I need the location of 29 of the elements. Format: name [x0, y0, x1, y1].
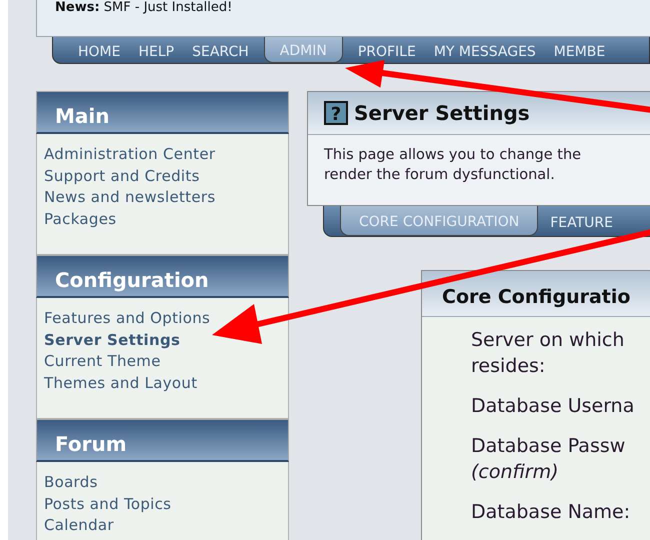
field-label: Database Passw (confirm) [470, 434, 626, 485]
sidebar-link[interactable]: Current Theme [44, 351, 281, 374]
menu-tab[interactable]: HELP [129, 37, 184, 63]
sidebar-link[interactable]: Boards [44, 472, 281, 494]
menu-tab[interactable]: MEMBE [544, 37, 614, 63]
sidebar-heading: Configuration [36, 255, 289, 298]
sidebar-link[interactable]: Packages [44, 209, 281, 231]
section-tab[interactable]: FEATURE [540, 206, 623, 236]
sidebar-link[interactable]: Support and Credits [44, 166, 281, 188]
help-icon: ? [324, 101, 348, 125]
field-label: Server on which resides: [470, 328, 626, 379]
sidebar-link[interactable]: Posts and Topics [44, 494, 281, 516]
sidebar-heading: Forum [36, 419, 289, 462]
section-title: Core Configuratio [422, 271, 650, 317]
page-title: Server Settings [354, 100, 530, 127]
sidebar-link[interactable]: Server Settings [44, 330, 281, 352]
page-description: This page allows you to change the render the forum dysfunctional. [323, 146, 582, 185]
field-label: Database Userna [470, 394, 636, 419]
field-label: Database Name: [470, 500, 632, 525]
sidebar-heading: Main [36, 91, 289, 134]
sidebar-link[interactable]: Calendar [44, 515, 281, 538]
sidebar-link[interactable]: Themes and Layout [44, 373, 281, 395]
sidebar-link[interactable]: News and newsletters [44, 187, 281, 210]
sidebar-link[interactable]: Administration Center [44, 144, 281, 166]
menu-tab[interactable]: PROFILE [348, 37, 425, 63]
menu-tab[interactable]: HOME [69, 37, 130, 63]
sidebar-link[interactable]: Features and Options [44, 308, 281, 330]
menu-tab[interactable]: SEARCH [183, 37, 258, 63]
menu-tab[interactable]: MY MESSAGES [424, 37, 545, 63]
